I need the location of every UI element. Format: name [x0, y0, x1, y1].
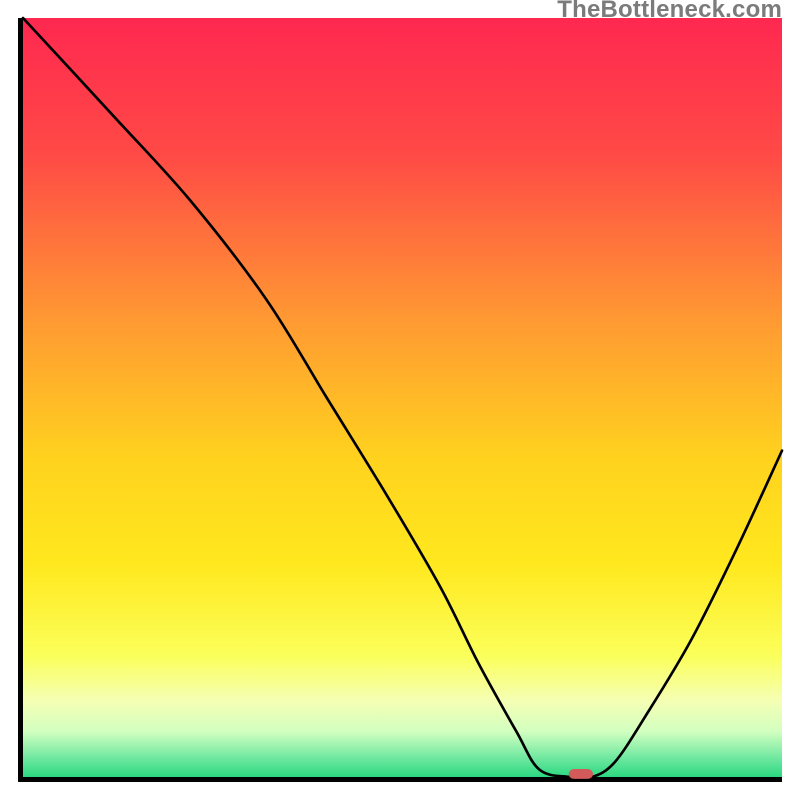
curve-layer — [23, 18, 782, 777]
plot-area — [18, 18, 782, 782]
bottleneck-curve — [23, 18, 782, 778]
optimal-marker — [569, 769, 593, 779]
bottleneck-chart: TheBottleneck.com — [0, 0, 800, 800]
